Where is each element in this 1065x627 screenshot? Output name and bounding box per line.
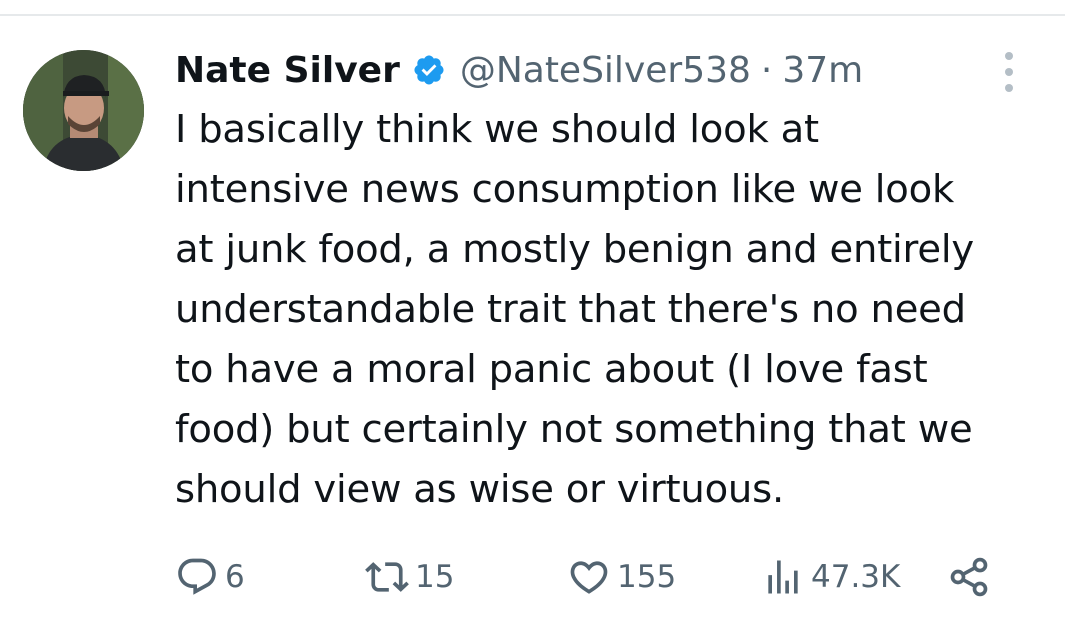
share-button[interactable] <box>947 552 991 602</box>
repost-count: 15 <box>415 559 455 595</box>
heart-icon <box>570 561 608 594</box>
reply-count: 6 <box>225 559 245 595</box>
reply-icon <box>178 558 216 595</box>
tweet-text-line: intensive news consumption like we look <box>175 167 955 212</box>
repost-icon <box>365 562 409 592</box>
tweet-header: Nate Silver @NateSilver538 · 37m <box>175 42 863 98</box>
top-divider <box>0 14 1065 16</box>
tweet-text: I basically think we should look at inte… <box>175 100 1045 520</box>
avatar[interactable] <box>23 50 144 171</box>
tweet-text-line: understandable trait that there's no nee… <box>175 287 966 332</box>
views-count: 47.3K <box>811 559 901 595</box>
tweet-text-line: to have a moral panic about (I love fast <box>175 347 928 392</box>
tweet-actions: 6 15 155 47.3K <box>175 552 1005 602</box>
like-count: 155 <box>617 559 677 595</box>
verified-badge-icon <box>412 53 446 87</box>
author-name[interactable]: Nate Silver <box>175 50 400 91</box>
tweet-text-line: food) but certainly not something that w… <box>175 407 973 452</box>
author-handle[interactable]: @NateSilver538 <box>460 50 751 91</box>
avatar-photo <box>23 50 144 171</box>
tweet-text-line: I basically think we should look at <box>175 107 819 152</box>
timestamp[interactable]: 37m <box>782 50 863 91</box>
tweet-text-line: should view as wise or virtuous. <box>175 467 785 512</box>
more-vertical-icon[interactable] <box>996 50 1022 94</box>
separator-dot: · <box>760 49 773 91</box>
repost-button[interactable]: 15 <box>365 552 454 602</box>
share-icon <box>950 557 988 597</box>
reply-button[interactable]: 6 <box>175 552 245 602</box>
like-button[interactable]: 155 <box>567 552 676 602</box>
views-button[interactable]: 47.3K <box>761 552 900 602</box>
tweet-text-line: at junk food, a mostly benign and entire… <box>175 227 974 272</box>
views-bar-chart-icon <box>768 560 798 594</box>
